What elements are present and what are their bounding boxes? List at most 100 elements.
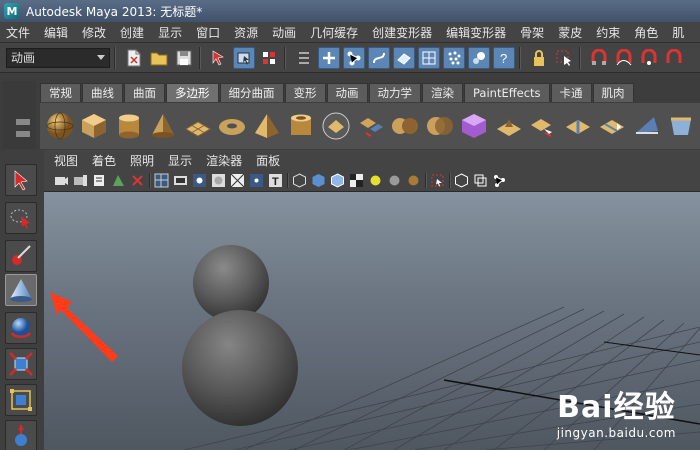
menu-display[interactable]: 显示 [158,24,182,41]
selection-mask-icon[interactable] [293,47,315,69]
xray-components-icon[interactable] [492,173,507,188]
poly-bevel-icon[interactable] [666,109,698,143]
tab-animation[interactable]: 动画 [326,83,368,102]
tab-polygons[interactable]: 多边形 [166,83,219,102]
panel-menu-panels[interactable]: 面板 [256,152,280,169]
tab-subdivs[interactable]: 细分曲面 [219,83,284,102]
tab-curves[interactable]: 曲线 [82,83,123,102]
panel-menu-view[interactable]: 视图 [54,152,78,169]
select-curves-icon[interactable] [368,46,390,69]
poly-cylinder-icon[interactable] [113,109,145,143]
shelf-menu-handle[interactable] [2,81,36,149]
tab-rendering[interactable]: 渲染 [422,83,463,102]
safe-action-icon[interactable] [249,173,264,188]
snap-point-icon[interactable] [638,47,660,69]
select-joints-icon[interactable] [343,46,365,69]
poly-plane-icon[interactable] [182,109,214,143]
menu-animate[interactable]: 动画 [272,24,296,41]
poly-torus-icon[interactable] [217,109,249,143]
poly-split-icon[interactable] [597,109,629,143]
paint-select-tool[interactable] [5,240,37,272]
menu-assets[interactable]: 资源 [234,24,258,41]
select-misc-icon[interactable]: ? [493,46,515,69]
panel-menu-lighting[interactable]: 照明 [130,152,154,169]
use-all-lights-icon[interactable] [368,173,383,188]
resolution-gate-icon[interactable] [192,173,207,188]
poly-pipe-icon[interactable] [286,109,318,143]
isolate-select-icon[interactable] [430,173,445,188]
menu-muscle[interactable]: 肌 [672,24,684,41]
poly-cube-icon[interactable] [79,109,111,143]
tab-deformation[interactable]: 变形 [284,83,326,102]
select-deformations-icon[interactable] [418,46,440,69]
xray-joints-icon[interactable] [473,173,488,188]
save-scene-icon[interactable] [173,47,195,69]
menu-skin[interactable]: 蒙皮 [558,24,582,41]
gate-mask-icon[interactable] [211,173,226,188]
snap-grid-icon[interactable] [588,47,610,69]
film-gate-icon[interactable] [173,173,188,188]
highlight-selection-icon[interactable] [553,47,575,69]
panel-menu-renderer[interactable]: 渲染器 [206,152,242,169]
poly-separate-icon[interactable] [389,109,421,143]
grid-toggle-icon[interactable] [154,173,169,188]
camera-attributes-icon[interactable] [73,173,88,188]
select-handles-icon[interactable] [318,46,340,69]
menu-character[interactable]: 角色 [634,24,658,41]
select-by-component-icon[interactable] [258,47,280,69]
smooth-shade-icon[interactable] [311,173,326,188]
menu-edit[interactable]: 编辑 [44,24,68,41]
poly-cone-tool[interactable] [5,274,37,306]
tab-surfaces[interactable]: 曲面 [124,83,165,102]
poly-platonic-icon[interactable] [320,109,352,143]
select-dynamics-icon[interactable] [443,46,465,69]
perspective-viewport[interactable]: Bai经验 jingyan.baidu.com [44,192,700,450]
field-chart-icon[interactable] [230,173,245,188]
poly-extrude-icon[interactable] [493,109,525,143]
panel-menu-shading[interactable]: 着色 [92,152,116,169]
tab-toon[interactable]: 卡通 [550,83,592,102]
manipulator-tool[interactable] [5,420,37,450]
select-rendering-icon[interactable] [468,46,490,69]
poly-bridge-icon[interactable] [527,109,559,143]
menu-skeleton[interactable]: 骨架 [520,24,544,41]
move-tool[interactable] [5,312,37,344]
camera-select-icon[interactable] [54,173,69,188]
menu-edit-deformers[interactable]: 编辑变形器 [446,24,506,41]
poly-boolean-icon[interactable] [424,109,456,143]
menu-file[interactable]: 文件 [6,24,30,41]
lock-selection-icon[interactable] [528,47,550,69]
poly-pyramid-icon[interactable] [251,109,283,143]
snap-curve-icon[interactable] [613,47,635,69]
select-by-object-icon[interactable] [233,46,255,69]
high-quality-icon[interactable] [406,173,421,188]
shadows-icon[interactable] [387,173,402,188]
open-scene-icon[interactable] [148,47,170,69]
menu-window[interactable]: 窗口 [196,24,220,41]
tab-dynamics[interactable]: 动力学 [368,83,421,102]
select-surfaces-icon[interactable] [393,46,415,69]
sphere-object-top[interactable] [193,245,269,321]
bookmark-icon[interactable] [92,173,107,188]
tab-muscle[interactable]: 肌肉 [592,83,634,102]
menu-create[interactable]: 创建 [120,24,144,41]
panel-menu-show[interactable]: 显示 [168,152,192,169]
select-by-hierarchy-icon[interactable] [208,47,230,69]
sphere-object-bottom[interactable] [182,310,298,426]
select-tool[interactable] [5,164,37,196]
lasso-tool[interactable] [5,202,37,234]
textured-icon[interactable] [349,173,364,188]
poly-append-icon[interactable] [562,109,594,143]
snap-plane-icon[interactable] [663,47,685,69]
wireframe-icon[interactable] [292,173,307,188]
poly-wedge-icon[interactable] [631,109,663,143]
text-tool-icon[interactable]: T [268,173,283,188]
tab-general[interactable]: 常规 [40,83,81,102]
menu-modify[interactable]: 修改 [82,24,106,41]
poly-cone-icon[interactable] [148,109,180,143]
poly-combine-icon[interactable] [355,109,387,143]
poly-smooth-icon[interactable] [458,109,490,143]
wireframe-on-shaded-icon[interactable] [330,173,345,188]
xray-icon[interactable] [454,173,469,188]
rotate-tool[interactable] [5,348,37,380]
